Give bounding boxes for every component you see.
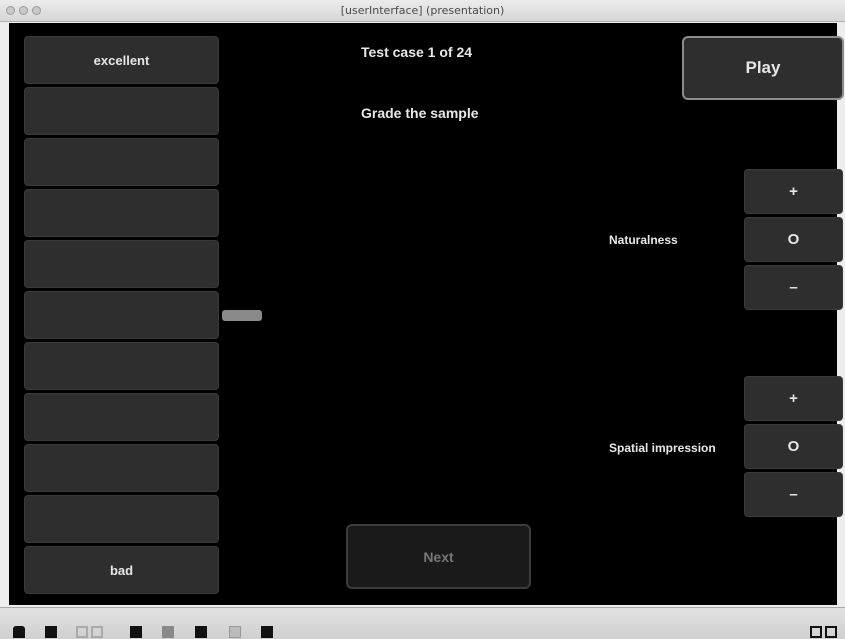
test-case-counter: Test case 1 of 24	[361, 44, 473, 60]
next-button-label: Next	[423, 548, 454, 565]
instruction-text: Grade the sample	[361, 105, 479, 121]
grade-button-10[interactable]	[24, 495, 219, 543]
spatial-impression-minus-button[interactable]: –	[744, 472, 843, 517]
naturalness-neutral-button[interactable]: O	[744, 217, 843, 262]
grade-button-4[interactable]	[24, 189, 219, 237]
window-titlebar: [userInterface] (presentation)	[0, 0, 845, 22]
naturalness-minus-button[interactable]: –	[744, 265, 843, 310]
grade-slider-handle[interactable]	[222, 310, 262, 321]
grade-button-excellent[interactable]: excellent	[24, 36, 219, 84]
next-button[interactable]: Next	[346, 524, 531, 589]
window-title: [userInterface] (presentation)	[340, 4, 505, 17]
grade-label-excellent: excellent	[93, 52, 150, 68]
page-icon[interactable]	[45, 626, 57, 638]
grade-button-7[interactable]	[24, 342, 219, 390]
circle-icon: O	[787, 231, 800, 248]
play-button-label: Play	[745, 58, 781, 77]
plus-icon: +	[789, 390, 798, 407]
spatial-impression-plus-button[interactable]: +	[744, 376, 843, 421]
circle-icon: O	[787, 438, 800, 455]
grade-button-3[interactable]	[24, 138, 219, 186]
window-icon[interactable]	[825, 626, 837, 638]
minus-icon: –	[789, 486, 798, 503]
table-icon[interactable]	[229, 626, 241, 638]
play-button[interactable]: Play	[682, 36, 844, 100]
save-icon[interactable]	[130, 626, 142, 638]
grade-button-2[interactable]	[24, 87, 219, 135]
grade-label-bad: bad	[109, 562, 134, 578]
lock-icon[interactable]	[13, 626, 25, 638]
grid-icon[interactable]	[91, 626, 103, 638]
window-split-icon[interactable]	[810, 626, 822, 638]
minus-icon: –	[789, 279, 798, 296]
grade-button-bad[interactable]: bad	[24, 546, 219, 594]
panel-icon[interactable]	[162, 626, 174, 638]
attribute-label-naturalness: Naturalness	[609, 233, 678, 247]
bottom-toolbar	[0, 607, 845, 639]
naturalness-plus-button[interactable]: +	[744, 169, 843, 214]
spatial-impression-neutral-button[interactable]: O	[744, 424, 843, 469]
clipboard-icon[interactable]	[261, 626, 273, 638]
grade-button-6[interactable]	[24, 291, 219, 339]
inspector-icon[interactable]	[76, 626, 88, 638]
grade-button-8[interactable]	[24, 393, 219, 441]
grade-button-5[interactable]	[24, 240, 219, 288]
grade-button-9[interactable]	[24, 444, 219, 492]
plus-icon: +	[789, 183, 798, 200]
attribute-label-spatial-impression: Spatial impression	[609, 441, 716, 455]
presentation-canvas: excellent bad Test case 1 of 24 Grade th…	[9, 23, 844, 605]
patcher-icon[interactable]	[195, 626, 207, 638]
